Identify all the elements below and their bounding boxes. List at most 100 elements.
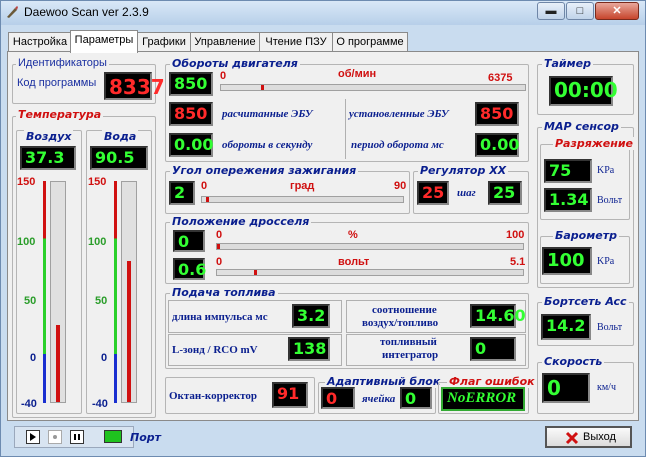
exit-label: Выход <box>583 431 616 443</box>
water-scale-strip <box>114 181 117 403</box>
program-code-value: 8337 <box>104 72 165 100</box>
ignition-bar <box>201 196 404 203</box>
throttle-volt-min: 0 <box>216 256 223 268</box>
map-kpa-value: 75 <box>544 159 592 183</box>
speed-unit: км/ч <box>597 382 616 393</box>
port-label: Порт <box>130 431 162 444</box>
throttle-volt-value: 0.6 <box>173 258 206 280</box>
speed-title: Скорость <box>542 355 605 368</box>
temperature-title: Температура <box>16 108 104 121</box>
period-label: период оборота мс <box>351 139 444 151</box>
water-thermometer <box>121 181 137 403</box>
exit-button[interactable]: Выход <box>545 426 632 448</box>
water-temp-value: 90.5 <box>90 146 148 170</box>
tab-charts[interactable]: Графики <box>137 32 191 52</box>
tab-parameters[interactable]: Параметры <box>70 30 138 53</box>
rpm-divider <box>345 99 346 159</box>
close-button[interactable]: ✕ <box>595 2 639 20</box>
throttle-volt-max: 5.1 <box>510 256 526 268</box>
water-scale-minus40: -40 <box>92 398 108 410</box>
rpm-value: 850 <box>169 72 213 96</box>
pause-button[interactable] <box>70 430 84 444</box>
errors-value: NoERROR <box>441 387 525 411</box>
play-button[interactable] <box>26 430 40 444</box>
idle-regulator-title: Регулятор XX <box>418 164 509 177</box>
timer-title: Таймер <box>542 57 593 70</box>
air-scale-100: 100 <box>17 236 36 248</box>
lambda-value: 138 <box>288 337 330 361</box>
octane-value: 91 <box>272 382 308 408</box>
ratio-label-1: соотношение <box>372 304 437 316</box>
air-label: Воздух <box>24 130 74 143</box>
air-temp-value: 37.3 <box>20 146 76 170</box>
water-label: Вода <box>102 130 139 143</box>
ignition-title: Угол опережения зажигания <box>170 164 359 177</box>
rpm-calc-value: 850 <box>169 102 213 126</box>
map-kpa-unit: KPa <box>597 165 615 176</box>
water-subgroup <box>86 130 152 414</box>
ignition-group <box>165 171 410 214</box>
map-volt-unit: Вольт <box>597 195 623 206</box>
tab-about[interactable]: О программе <box>332 32 408 52</box>
tab-rom-read[interactable]: Чтение ПЗУ <box>259 32 333 52</box>
pause-icon <box>74 434 80 440</box>
stop-icon <box>53 435 57 439</box>
tab-control[interactable]: Управление <box>190 32 260 52</box>
rpm-set-label: установленные ЭБУ <box>349 108 449 120</box>
window-title: Daewoo Scan ver 2.3.9 <box>24 5 149 19</box>
speed-value: 0 <box>542 373 590 403</box>
lambda-label: L-зонд / RCO mV <box>172 344 258 356</box>
exit-icon <box>565 431 579 445</box>
idle-step-value: 25 <box>488 181 522 205</box>
minimize-button[interactable]: ▬ <box>537 2 565 20</box>
pulse-value: 3.2 <box>292 304 330 328</box>
battery-title: Бортсеть Acc <box>542 295 629 308</box>
water-scale-50: 50 <box>95 295 108 307</box>
throttle-percent-min: 0 <box>216 229 223 241</box>
identifiers-title: Идентификаторы <box>16 57 109 69</box>
rpm-bar <box>220 84 526 91</box>
battery-value: 14.2 <box>541 314 591 340</box>
water-scale-100: 100 <box>88 236 107 248</box>
tab-settings[interactable]: Настройка <box>8 32 72 52</box>
rps-label: обороты в секунду <box>222 139 313 151</box>
barometer-title: Барометр <box>553 229 619 242</box>
app-icon <box>6 6 18 18</box>
adaptive-cell-label: ячейка <box>362 393 396 405</box>
maximize-button[interactable]: □ <box>566 2 594 20</box>
throttle-percent-value: 0 <box>173 230 205 252</box>
adaptive-value: 0 <box>321 387 355 409</box>
integrator-label-1: топливный <box>380 336 437 348</box>
ignition-unit: град <box>290 180 315 192</box>
air-scale-150: 150 <box>17 176 36 188</box>
rpm-min: 0 <box>220 70 227 82</box>
barometer-unit: KPa <box>597 256 615 267</box>
map-title: MAP сенсор <box>542 120 621 133</box>
air-scale-strip <box>43 181 46 403</box>
idle-regulator-value: 25 <box>417 181 449 205</box>
stop-button[interactable] <box>48 430 62 444</box>
ratio-label-2: воздух/топливо <box>362 317 439 329</box>
play-icon <box>30 433 36 441</box>
program-code-label: Код программы <box>17 77 97 89</box>
fuel-title: Подача топлива <box>170 286 278 299</box>
rpm-max: 6375 <box>488 72 513 84</box>
ratio-value: 14.60 <box>470 304 526 328</box>
throttle-percent-max: 100 <box>506 229 525 241</box>
integrator-value: 0 <box>470 337 516 361</box>
timer-value: 00:00 <box>549 76 618 106</box>
air-scale-0: 0 <box>30 352 37 364</box>
octane-label: Октан-корректор <box>169 390 257 402</box>
water-scale-0: 0 <box>101 352 108 364</box>
period-value: 0.00 <box>475 133 519 157</box>
throttle-percent-unit: % <box>348 229 358 241</box>
integrator-label-2: интегратор <box>382 349 439 361</box>
rps-value: 0.00 <box>169 133 213 157</box>
throttle-volt-bar <box>216 269 524 276</box>
rpm-set-value: 850 <box>475 102 519 126</box>
rpm-unit: об/мин <box>338 68 377 80</box>
ignition-value: 2 <box>169 181 195 205</box>
port-indicator <box>104 430 122 443</box>
air-thermometer <box>50 181 66 403</box>
battery-unit: Вольт <box>597 322 623 333</box>
